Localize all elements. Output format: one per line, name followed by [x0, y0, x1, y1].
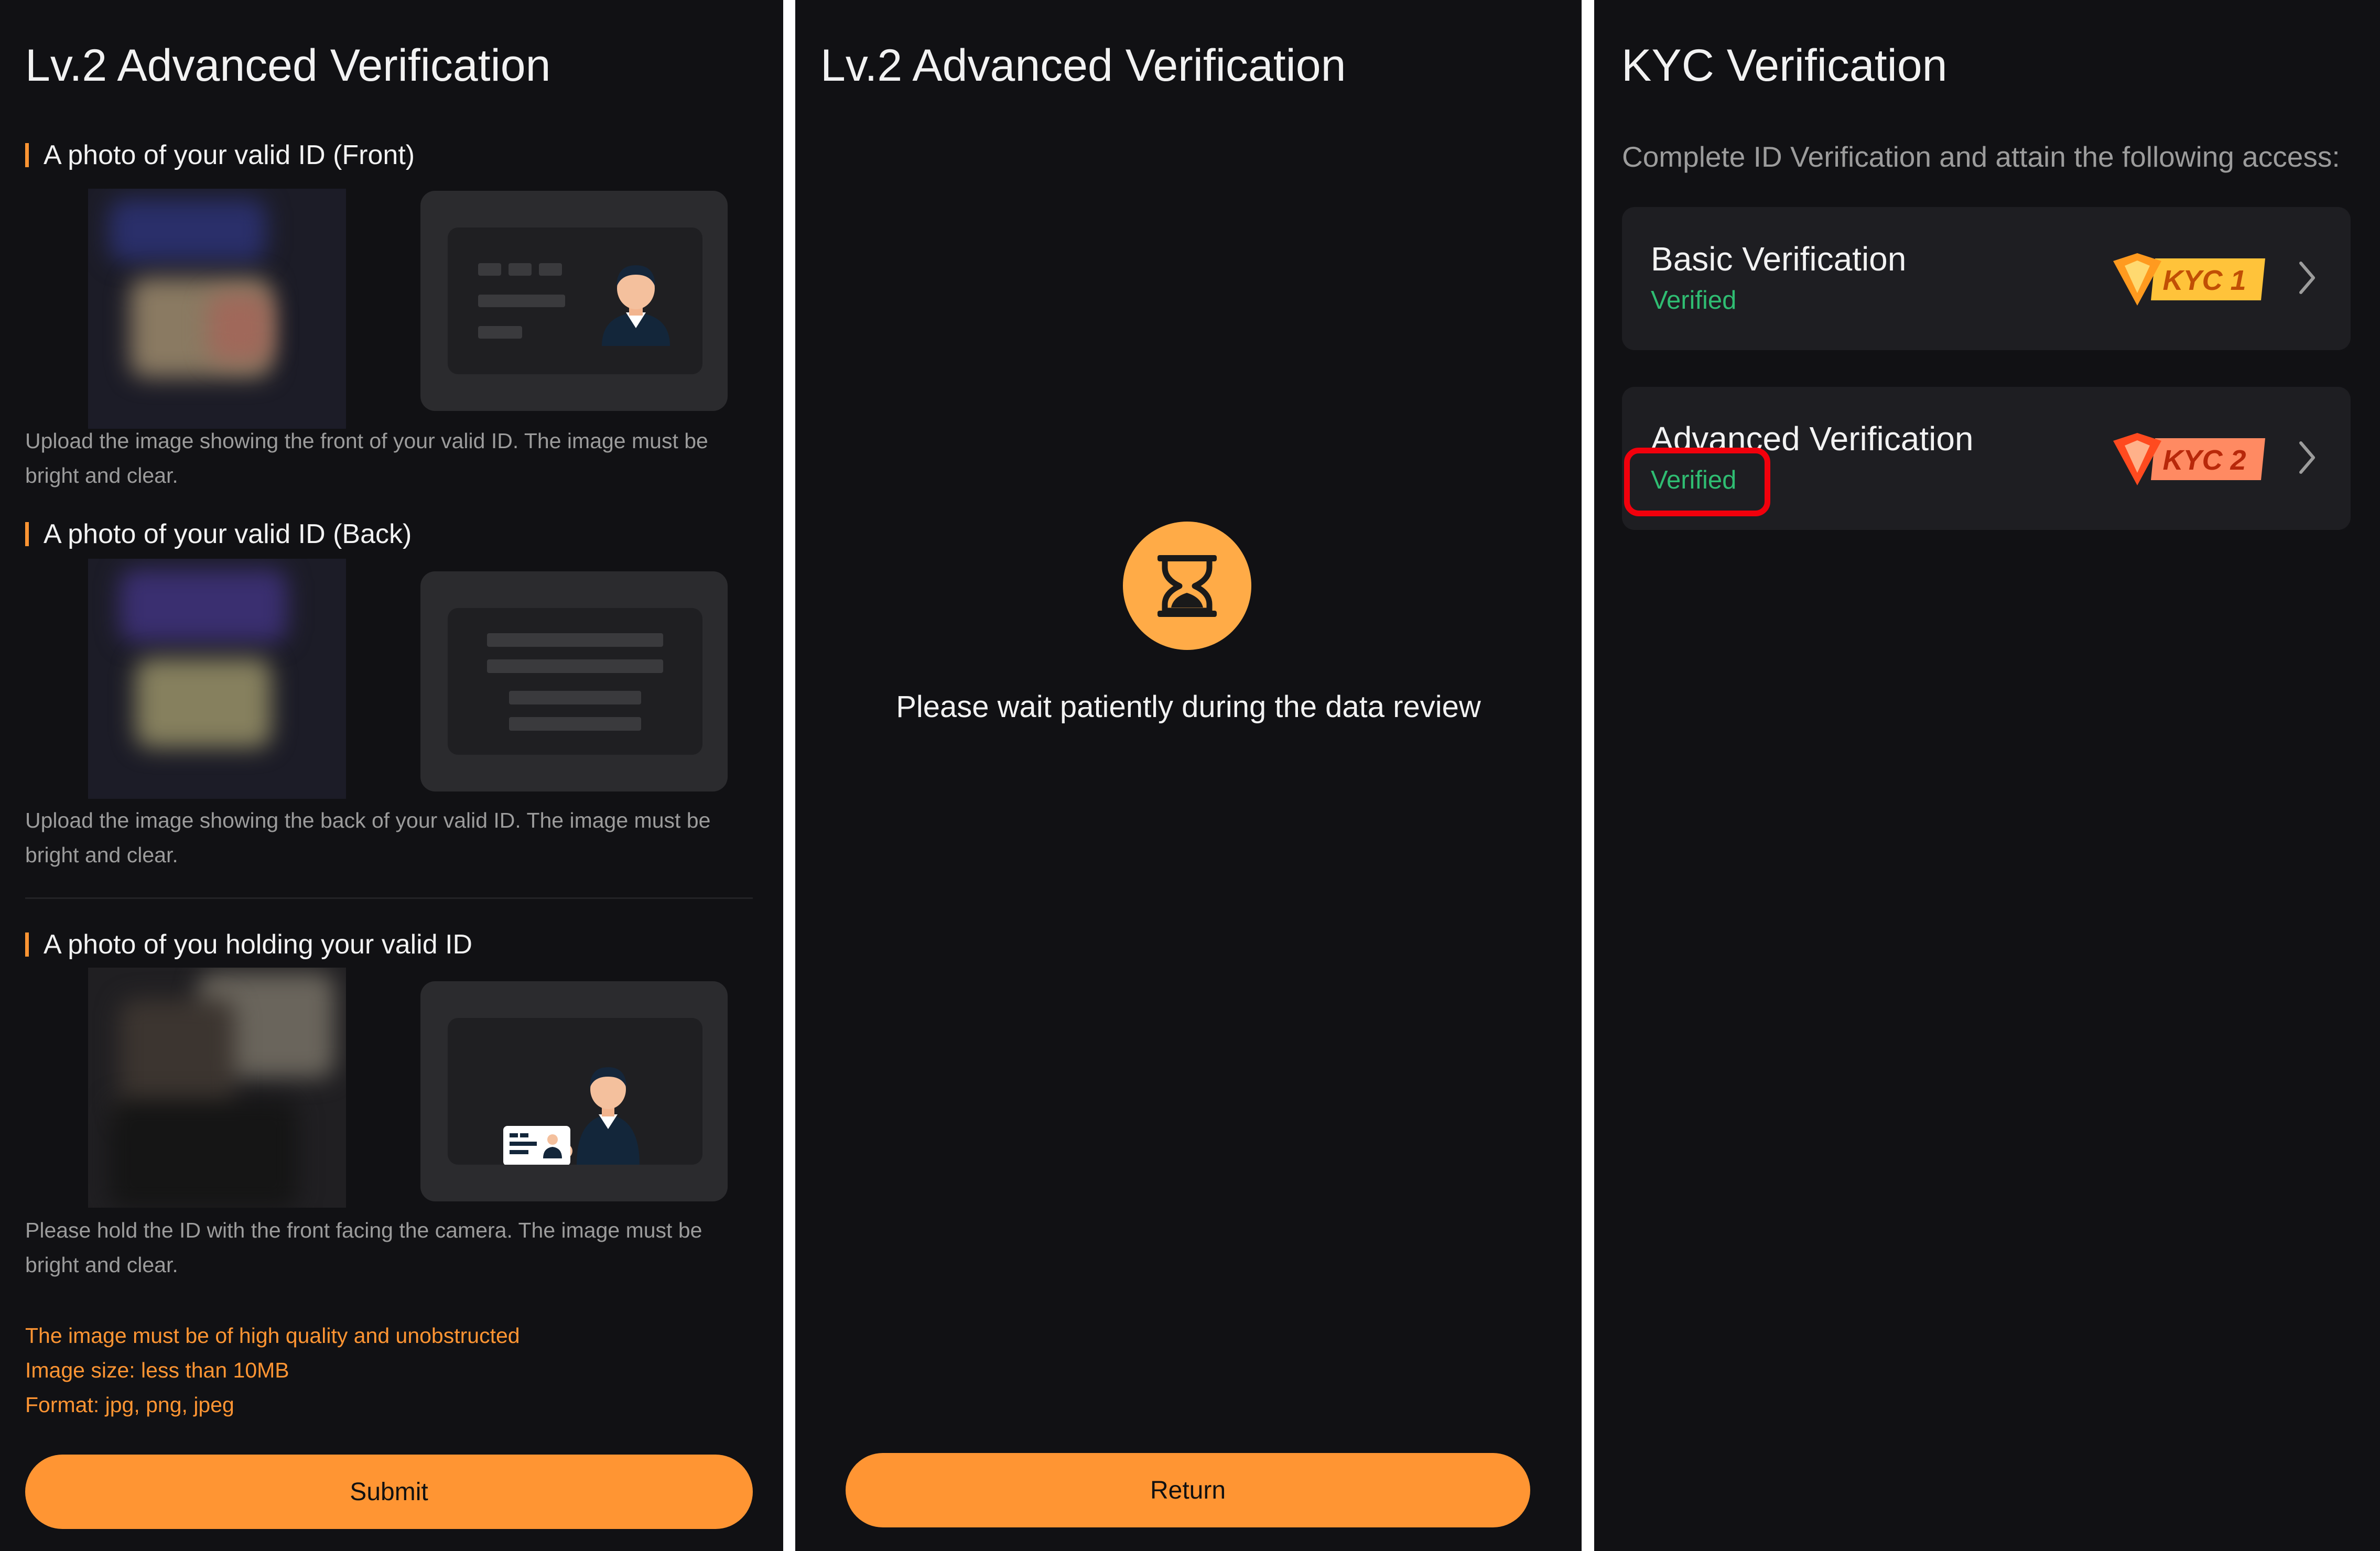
back-id-hint: Upload the image showing the back of you…: [25, 808, 711, 867]
front-id-section-title: A photo of your valid ID (Front): [25, 142, 415, 169]
kyc-badge-label: KYC 1: [2162, 265, 2246, 296]
kyc-panel: KYC Verification Complete ID Verificatio…: [1594, 0, 2380, 1551]
person-holding-id-icon: [503, 1067, 640, 1165]
section-accent-bar: [25, 522, 29, 546]
return-button[interactable]: Return: [846, 1453, 1530, 1527]
upload-panel: Lv.2 Advanced Verification A photo of yo…: [0, 0, 783, 1551]
front-id-sample: [420, 191, 728, 411]
kyc-subtitle: Complete ID Verification and attain the …: [1622, 140, 2340, 173]
basic-verification-card[interactable]: Basic Verification Verified KYC 1: [1622, 207, 2351, 350]
back-id-label: A photo of your valid ID (Back): [44, 519, 412, 549]
holding-id-photo[interactable]: [88, 968, 346, 1208]
requirement-size: Image size: less than 10MB: [25, 1358, 289, 1382]
kyc-level-badge: KYC 1: [2113, 253, 2265, 306]
avatar-icon: [602, 265, 670, 346]
submit-button[interactable]: Submit: [25, 1455, 753, 1529]
chevron-right-icon: [2299, 262, 2315, 294]
status-badge: Verified: [1651, 286, 1737, 314]
upload-requirements: The image must be of high quality and un…: [25, 1318, 520, 1422]
page-title: Lv.2 Advanced Verification: [25, 40, 551, 91]
back-id-photo[interactable]: [88, 559, 346, 799]
page-title: Lv.2 Advanced Verification: [820, 40, 1346, 91]
back-id-sample: [420, 571, 728, 791]
review-panel: Lv.2 Advanced Verification Please wait p…: [795, 0, 1582, 1551]
requirement-quality: The image must be of high quality and un…: [25, 1324, 520, 1348]
page-title: KYC Verification: [1621, 40, 1948, 91]
review-message: Please wait patiently during the data re…: [896, 690, 1481, 724]
card-title: Basic Verification: [1651, 240, 1907, 278]
holding-id-section-title: A photo of you holding your valid ID: [25, 931, 472, 958]
kyc-badge-label: KYC 2: [2162, 444, 2246, 476]
highlight-annotation-box: [1624, 448, 1770, 516]
chevron-right-icon: [2299, 441, 2315, 474]
front-id-hint: Upload the image showing the front of yo…: [25, 429, 708, 487]
section-accent-bar: [25, 143, 29, 167]
front-id-photo[interactable]: [88, 189, 346, 429]
holding-id-hint: Please hold the ID with the front facing…: [25, 1218, 702, 1277]
holding-id-label: A photo of you holding your valid ID: [44, 929, 473, 960]
hourglass-icon: [1123, 522, 1251, 650]
kyc-level-badge: KYC 2: [2113, 433, 2265, 485]
section-divider: [25, 897, 753, 899]
holding-id-sample: [420, 981, 728, 1201]
section-accent-bar: [25, 932, 29, 957]
requirement-format: Format: jpg, png, jpeg: [25, 1393, 234, 1417]
front-id-label: A photo of your valid ID (Front): [44, 140, 415, 170]
back-id-section-title: A photo of your valid ID (Back): [25, 520, 412, 548]
